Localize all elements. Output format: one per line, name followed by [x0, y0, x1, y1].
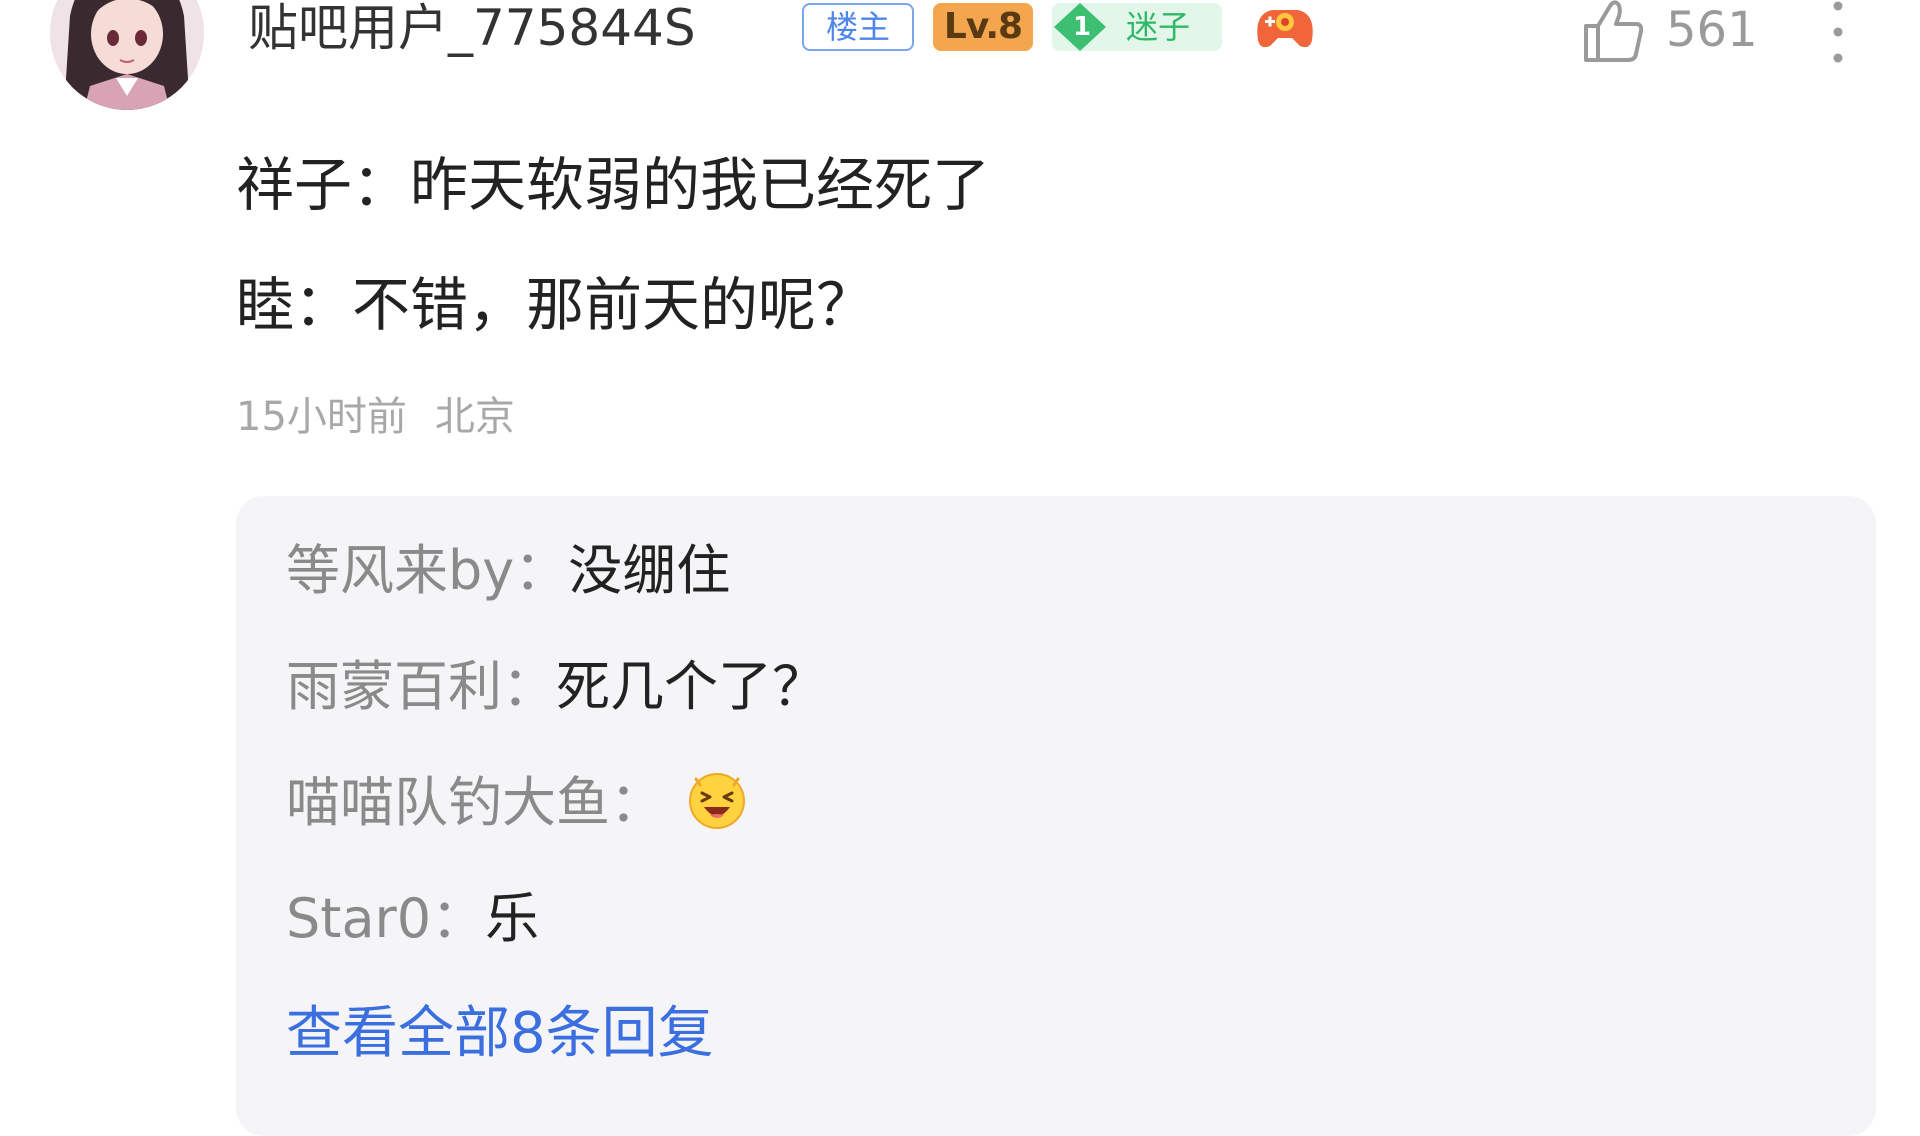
like-button[interactable]: 561: [1578, 0, 1778, 68]
reply-author[interactable]: Star0: [286, 887, 431, 950]
reply-author[interactable]: 雨蒙百利: [286, 655, 502, 718]
post-content-line: 祥子：昨天软弱的我已经死了: [236, 151, 991, 219]
reply-separator: ：: [502, 655, 556, 718]
reply-author[interactable]: 等风来by: [286, 539, 514, 602]
post-content-line: 睦：不错，那前天的呢？: [236, 271, 875, 339]
thumbs-up-icon: [1578, 0, 1648, 66]
reply-text: 没绷住: [568, 539, 731, 602]
fan-badge: 1 迷子: [1052, 3, 1222, 51]
fan-label: 迷子: [1126, 8, 1191, 46]
reply-item[interactable]: 喵喵队钓大鱼：: [286, 768, 748, 838]
avatar[interactable]: [50, 0, 204, 110]
post-meta: 15小时前 北京: [236, 392, 515, 442]
reply-separator: ：: [431, 887, 486, 950]
owner-badge: 楼主: [802, 3, 914, 51]
reply-text: 乐: [485, 887, 540, 950]
level-badge: Lv.8: [933, 3, 1033, 51]
more-options-icon[interactable]: [1820, 0, 1856, 70]
reply-text: 死几个了？: [556, 655, 826, 718]
post-location: 北京: [434, 394, 515, 440]
reply-separator: ：: [610, 771, 664, 834]
username[interactable]: 贴吧用户_775844S: [248, 0, 696, 58]
fan-level-number: 1: [1072, 12, 1092, 42]
post-time: 15小时前: [236, 394, 407, 440]
view-all-replies-link[interactable]: 查看全部8条回复: [286, 998, 714, 1070]
laughing-emoji-icon: [686, 769, 748, 831]
game-controller-icon: [1250, 0, 1320, 56]
reply-author[interactable]: 喵喵队钓大鱼: [286, 771, 610, 834]
reply-separator: ：: [514, 539, 569, 602]
reply-item[interactable]: Star0：乐: [286, 884, 539, 954]
replies-box: 等风来by：没绷住 雨蒙百利：死几个了？ 喵喵队钓大鱼： Star0：乐 查看全…: [236, 496, 1876, 1136]
reply-item[interactable]: 雨蒙百利：死几个了？: [286, 652, 826, 722]
like-count: 561: [1666, 2, 1758, 58]
reply-item[interactable]: 等风来by：没绷住: [286, 536, 730, 606]
